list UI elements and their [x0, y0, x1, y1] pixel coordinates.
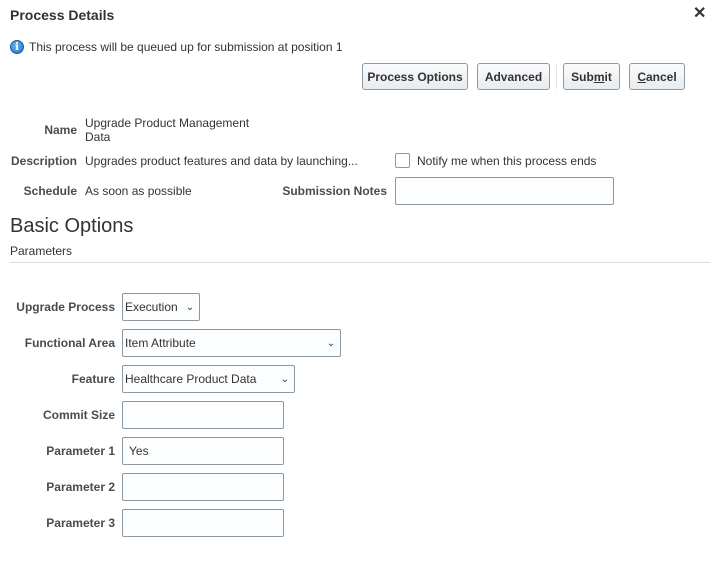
advanced-button[interactable]: Advanced [477, 63, 550, 90]
parameter-3-label: Parameter 3 [46, 516, 115, 530]
description-value: Upgrades product features and data by la… [85, 154, 358, 168]
upgrade-process-select[interactable]: Execution ⌄ [122, 293, 200, 321]
chevron-down-icon: ⌄ [280, 373, 290, 385]
process-options-button[interactable]: Process Options [362, 63, 468, 90]
notify-label: Notify me when this process ends [417, 154, 597, 168]
feature-value: Healthcare Product Data [125, 372, 257, 386]
name-value-line1: Upgrade Product Management [85, 116, 250, 130]
schedule-label: Schedule [23, 184, 77, 198]
submission-notes-label: Submission Notes [282, 184, 387, 198]
functional-area-select[interactable]: Item Attribute ⌄ [122, 329, 341, 357]
upgrade-process-value: Execution [125, 300, 178, 314]
parameter-3-input[interactable] [122, 509, 284, 537]
description-label: Description [10, 154, 77, 168]
parameter-2-input[interactable] [122, 473, 284, 501]
info-icon: i [10, 40, 24, 54]
parameter-1-input[interactable]: Yes [122, 437, 284, 465]
chevron-down-icon: ⌄ [185, 301, 195, 313]
parameter-1-label: Parameter 1 [46, 444, 115, 458]
name-value-line2: Data [85, 130, 111, 144]
functional-area-label: Functional Area [24, 336, 115, 350]
close-icon[interactable]: ✕ [693, 5, 706, 23]
schedule-value: As soon as possible [85, 184, 192, 198]
notify-checkbox[interactable] [395, 153, 410, 168]
section-divider [10, 262, 710, 263]
commit-size-label: Commit Size [42, 408, 115, 422]
submit-button[interactable]: Submit [563, 63, 620, 90]
functional-area-value: Item Attribute [125, 336, 196, 350]
section-title-basic-options: Basic Options [10, 215, 134, 237]
upgrade-process-label: Upgrade Process [16, 300, 115, 314]
cancel-button[interactable]: Cancel [629, 63, 685, 90]
chevron-down-icon: ⌄ [326, 337, 336, 349]
submission-notes-input[interactable] [395, 177, 614, 205]
info-message: i This process will be queued up for sub… [10, 40, 343, 54]
parameters-subtitle: Parameters [10, 244, 73, 258]
toolbar-separator [556, 65, 557, 89]
cancel-label: Cancel [637, 69, 677, 84]
name-label: Name [44, 123, 77, 137]
submit-label: Submit [571, 69, 612, 84]
info-message-text: This process will be queued up for submi… [29, 40, 343, 54]
dialog-title: Process Details [10, 7, 115, 23]
parameter-2-label: Parameter 2 [46, 480, 115, 494]
commit-size-input[interactable] [122, 401, 284, 429]
name-value: Upgrade Product Management Data [85, 116, 249, 144]
feature-select[interactable]: Healthcare Product Data ⌄ [122, 365, 295, 393]
feature-label: Feature [71, 372, 115, 386]
